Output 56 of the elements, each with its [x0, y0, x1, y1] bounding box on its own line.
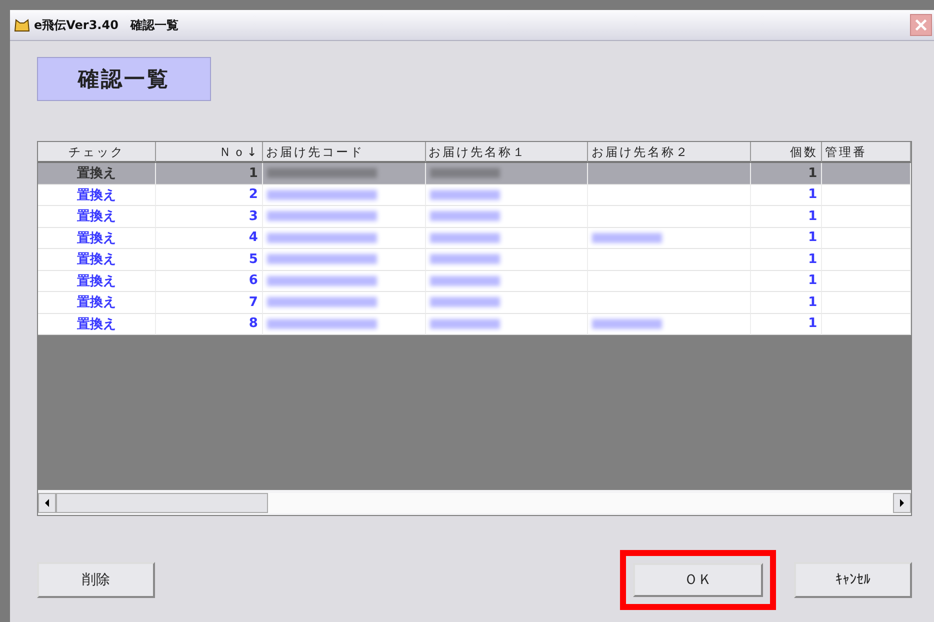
table-row[interactable]: 置換え 5 1 [38, 249, 911, 270]
table-row[interactable]: 置換え 8 1 [38, 314, 911, 335]
table-cell: 5 [248, 252, 258, 267]
table-row[interactable]: 置換え 4 1 [38, 228, 911, 249]
blurred-text [430, 211, 500, 222]
table-cell: 6 [248, 273, 258, 288]
blurred-text [430, 318, 500, 329]
table-row[interactable]: 置換え 3 1 [38, 206, 911, 228]
window-title: e飛伝Ver3.40 確認一覧 [34, 16, 180, 34]
horizontal-scrollbar[interactable] [38, 490, 911, 515]
table-cell: 1 [808, 208, 818, 224]
table-row[interactable]: 置換え 1 1 [38, 163, 911, 184]
table-cell: 8 [248, 316, 258, 332]
right-arrow-icon [899, 498, 905, 506]
blurred-text [430, 190, 500, 200]
table-cell: 3 [248, 208, 258, 224]
table-cell-text: 置換え [77, 251, 116, 268]
close-icon [915, 19, 927, 31]
table-cell: 1 [808, 316, 818, 332]
table-cell-text: 置換え [77, 208, 116, 226]
blurred-text [430, 297, 500, 308]
table-row[interactable]: 置換え 2 1 [38, 184, 911, 206]
scroll-left-button[interactable] [38, 492, 56, 512]
table-row[interactable]: 置換え 6 1 [38, 270, 911, 292]
blurred-text [430, 254, 500, 264]
blurred-text [592, 232, 662, 243]
table-cell: 1 [248, 166, 258, 181]
blurred-text [430, 232, 500, 243]
table-cell-text: 置換え [77, 316, 116, 333]
table-cell: 4 [248, 230, 258, 246]
table-cell: 7 [248, 294, 258, 310]
table-cell: 1 [808, 294, 818, 310]
close-button[interactable] [910, 14, 932, 36]
table-cell: 1 [808, 187, 818, 202]
section-heading: 確認一覧 [37, 57, 211, 101]
table-cell-text: 置換え [77, 165, 116, 182]
blurred-text [430, 276, 500, 286]
table-cell: 1 [808, 273, 818, 288]
blurred-text [430, 168, 500, 178]
table-cell-text: 置換え [77, 230, 116, 247]
table-cell-text: 置換え [77, 186, 116, 204]
table-cell: 1 [808, 166, 818, 181]
table-cell-text: 置換え [77, 272, 116, 290]
dialog-button[interactable]: ｷｬﾝｾﾙ [794, 562, 912, 598]
blurred-text [592, 318, 662, 329]
cat-face-icon [14, 18, 30, 32]
left-arrow-icon [44, 498, 50, 506]
table-cell: 2 [248, 187, 258, 202]
scroll-thumb[interactable] [56, 492, 268, 512]
table-cell: 1 [808, 230, 818, 246]
table-row[interactable]: 置換え 7 1 [38, 292, 911, 314]
scroll-right-button[interactable] [893, 492, 911, 512]
table-cell-text: 置換え [77, 294, 116, 312]
dialog-button[interactable]: ＯＫ [633, 563, 763, 597]
dialog-button[interactable]: 削除 [37, 562, 155, 598]
table-cell: 1 [808, 252, 818, 267]
